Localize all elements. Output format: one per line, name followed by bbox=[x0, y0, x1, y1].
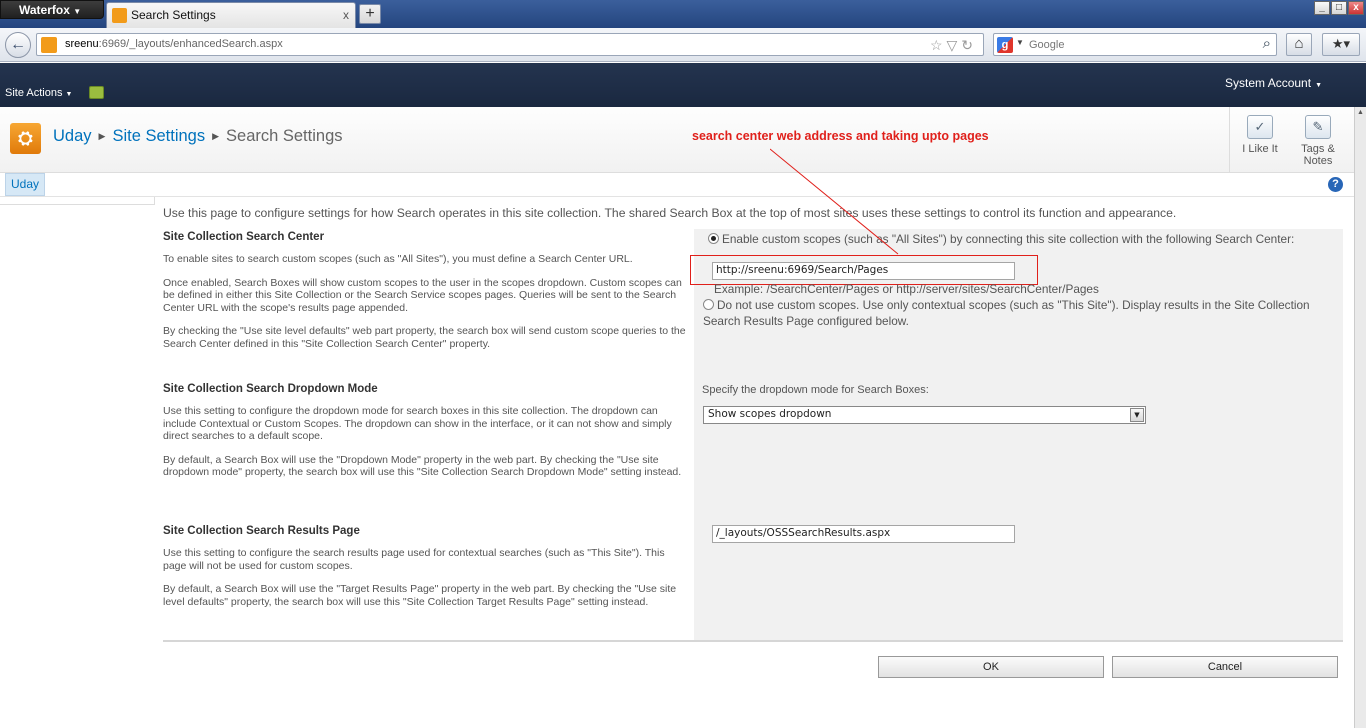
radio-button-selected[interactable] bbox=[708, 233, 719, 244]
section-dropdown-mode-desc: Use this setting to configure the dropdo… bbox=[163, 405, 682, 478]
browser-tab[interactable]: Search Settings x bbox=[106, 2, 356, 28]
i-like-it-label: I Like It bbox=[1242, 143, 1278, 155]
tab-title: Search Settings bbox=[131, 8, 216, 22]
top-navigation: Uday ? bbox=[0, 173, 1354, 197]
site-actions-menu[interactable]: Site Actions ▼ bbox=[5, 87, 72, 99]
help-icon[interactable]: ? bbox=[1328, 177, 1343, 192]
dropdown-mode-label: Specify the dropdown mode for Search Box… bbox=[702, 384, 929, 396]
breadcrumb-arrow-icon: ▶ bbox=[212, 131, 220, 141]
url-text[interactable]: sreenu:6969/_layouts/enhancedSearch.aspx bbox=[65, 38, 283, 50]
maximize-button[interactable]: □ bbox=[1331, 1, 1347, 15]
tab-close-button[interactable]: x bbox=[343, 3, 349, 27]
search-placeholder: Google bbox=[1029, 39, 1065, 51]
page-title: Search Settings bbox=[226, 127, 343, 145]
app-menu-button[interactable]: Waterfox ▼ bbox=[0, 0, 104, 19]
breadcrumb-arrow-icon: ▶ bbox=[98, 131, 106, 141]
breadcrumb: Uday ▶ Site Settings ▶ Search Settings bbox=[53, 127, 343, 146]
minimize-button[interactable]: _ bbox=[1314, 1, 1330, 15]
annotation-arrow bbox=[770, 148, 899, 255]
radio-no-custom-scopes[interactable]: Do not use custom scopes. Use only conte… bbox=[703, 297, 1328, 329]
radio-button-unselected[interactable] bbox=[703, 299, 714, 310]
google-engine-icon[interactable]: g bbox=[997, 37, 1013, 53]
tags-notes-button[interactable]: ✎ Tags & Notes bbox=[1290, 107, 1346, 173]
left-nav-area bbox=[0, 197, 155, 205]
section-results-page-desc: Use this setting to configure the search… bbox=[163, 547, 677, 608]
cancel-button[interactable]: Cancel bbox=[1112, 656, 1338, 678]
section-dropdown-mode-title: Site Collection Search Dropdown Mode bbox=[163, 383, 378, 395]
page-description: Use this page to configure settings for … bbox=[163, 206, 1177, 220]
bookmarks-button[interactable]: ★▾ bbox=[1322, 33, 1360, 56]
home-button[interactable]: ⌂ bbox=[1286, 33, 1312, 56]
scroll-up-icon[interactable]: ▲ bbox=[1356, 109, 1365, 119]
dropdown-mode-value: Show scopes dropdown bbox=[708, 408, 832, 420]
page-scrollbar[interactable]: ▲ bbox=[1354, 107, 1366, 728]
breadcrumb-uday[interactable]: Uday bbox=[53, 127, 92, 145]
title-area: ⛭ Uday ▶ Site Settings ▶ Search Settings sea… bbox=[0, 107, 1354, 173]
section-results-page-title: Site Collection Search Results Page bbox=[163, 525, 360, 537]
divider bbox=[163, 640, 1343, 642]
browser-tab-bar: Waterfox ▼ Search Settings x + _ □ x bbox=[0, 0, 1366, 28]
bookmark-star-icon[interactable]: ☆▽↻ bbox=[930, 37, 977, 54]
tag-note-icon: ✎ bbox=[1305, 115, 1331, 139]
chevron-down-icon[interactable]: ▼ bbox=[1130, 408, 1144, 422]
window-controls: _ □ x bbox=[1314, 1, 1364, 15]
system-account-menu[interactable]: System Account ▼ bbox=[1225, 76, 1322, 90]
navigation-toolbar: ← sreenu:6969/_layouts/enhancedSearch.as… bbox=[0, 28, 1366, 62]
tags-notes-label: Tags & Notes bbox=[1301, 143, 1335, 167]
back-button[interactable]: ← bbox=[5, 32, 31, 58]
new-tab-button[interactable]: + bbox=[359, 4, 381, 24]
results-page-url-input[interactable]: /_layouts/OSSSearchResults.aspx bbox=[712, 525, 1015, 543]
ok-button[interactable]: OK bbox=[878, 656, 1104, 678]
site-favicon-icon bbox=[41, 37, 57, 53]
section-search-center-desc: To enable sites to search custom scopes … bbox=[163, 253, 686, 350]
sharepoint-favicon-icon bbox=[112, 8, 127, 23]
example-url-hint: Example: /SearchCenter/Pages or http://s… bbox=[714, 282, 1099, 296]
i-like-it-button[interactable]: ✓ I Like It bbox=[1229, 107, 1290, 173]
sharepoint-ribbon: Site Actions ▼ System Account ▼ bbox=[0, 63, 1366, 107]
site-logo-icon[interactable]: ⛭ bbox=[10, 123, 41, 154]
search-icon[interactable]: ⌕ bbox=[1263, 35, 1271, 52]
close-window-button[interactable]: x bbox=[1348, 1, 1364, 15]
tab-uday[interactable]: Uday bbox=[5, 173, 46, 196]
engine-dropdown-icon[interactable]: ▼ bbox=[1016, 38, 1024, 47]
dropdown-mode-select[interactable]: Show scopes dropdown ▼ bbox=[703, 406, 1146, 424]
section-search-center-title: Site Collection Search Center bbox=[163, 231, 325, 243]
url-bar[interactable]: sreenu:6969/_layouts/enhancedSearch.aspx… bbox=[36, 33, 984, 56]
annotation-text: search center web address and taking upt… bbox=[692, 129, 989, 143]
navigate-up-icon[interactable] bbox=[89, 86, 104, 99]
breadcrumb-site-settings[interactable]: Site Settings bbox=[112, 127, 205, 145]
browser-search-bar[interactable]: g ▼ Google ⌕ bbox=[993, 33, 1277, 56]
thumbs-up-tag-icon: ✓ bbox=[1247, 115, 1273, 139]
